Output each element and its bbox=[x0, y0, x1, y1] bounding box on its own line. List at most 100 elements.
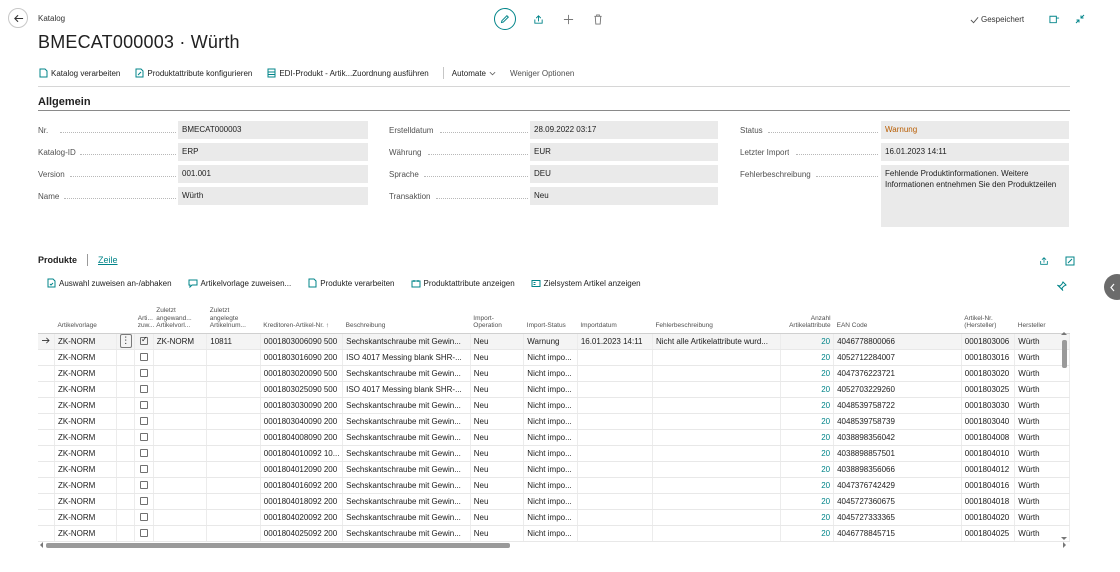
cell-error[interactable] bbox=[652, 445, 781, 462]
assign-checkbox[interactable] bbox=[140, 513, 148, 522]
cell-status[interactable]: Nicht impo... bbox=[523, 397, 578, 414]
cell-last-template[interactable] bbox=[153, 445, 208, 462]
cell-mfr-no[interactable]: 0001804016 bbox=[961, 477, 1016, 494]
cell-count[interactable]: 20 bbox=[780, 477, 835, 494]
automate-menu[interactable]: Automate bbox=[452, 69, 504, 78]
cell-date[interactable] bbox=[577, 381, 653, 398]
field-value-sprache[interactable]: DEU bbox=[530, 165, 718, 183]
cell-ean[interactable]: 4048539758722 bbox=[833, 397, 962, 414]
field-value-name[interactable]: Würth bbox=[178, 187, 368, 205]
cell-last-template[interactable] bbox=[153, 525, 208, 542]
assign-checkbox[interactable] bbox=[140, 369, 148, 378]
cell-op[interactable]: Neu bbox=[470, 429, 525, 446]
cell-desc[interactable]: Sechskantschraube mit Gewin... bbox=[342, 509, 471, 526]
process-catalog-action[interactable]: Katalog verarbeiten bbox=[38, 68, 128, 78]
cell-error[interactable] bbox=[652, 525, 781, 542]
cell-vendor-no[interactable]: 0001804025092 200 bbox=[260, 525, 344, 542]
horizontal-scrollbar[interactable] bbox=[38, 541, 1068, 549]
edit-button[interactable] bbox=[494, 8, 516, 30]
cell-vendor-no[interactable]: 0001804020092 200 bbox=[260, 509, 344, 526]
assign-checkbox[interactable] bbox=[140, 353, 148, 362]
cell-vendor-no[interactable]: 0001804018092 200 bbox=[260, 493, 344, 510]
cell-ean[interactable]: 4038898356042 bbox=[833, 429, 962, 446]
open-new-window-button[interactable] bbox=[1046, 11, 1062, 27]
assign-checkbox[interactable] bbox=[140, 529, 148, 538]
cell-template[interactable]: ZK-NORM bbox=[54, 397, 117, 414]
back-button[interactable] bbox=[8, 8, 28, 28]
cell-status[interactable]: Nicht impo... bbox=[523, 445, 578, 462]
assign-checkbox-cell[interactable] bbox=[134, 477, 154, 494]
field-value-version[interactable]: 001.001 bbox=[178, 165, 368, 183]
table-row[interactable]: ZK-NORM⋮ZK-NORM108110001803006090 500Sec… bbox=[38, 333, 1070, 350]
cell-date[interactable] bbox=[577, 429, 653, 446]
column-header[interactable]: Importdatum bbox=[577, 306, 653, 334]
cell-desc[interactable]: Sechskantschraube mit Gewin... bbox=[342, 397, 471, 414]
cell-desc[interactable]: Sechskantschraube mit Gewin... bbox=[342, 413, 471, 430]
configure-attributes-action[interactable]: Produktattribute konfigurieren bbox=[134, 68, 260, 78]
scroll-thumb[interactable] bbox=[46, 543, 510, 548]
cell-template[interactable]: ZK-NORM bbox=[54, 333, 117, 350]
cell-op[interactable]: Neu bbox=[470, 381, 525, 398]
cell-status[interactable]: Nicht impo... bbox=[523, 493, 578, 510]
field-value-fehlerbeschreibung[interactable]: Fehlende Produktinformationen. Weitere I… bbox=[881, 165, 1069, 227]
cell-op[interactable]: Neu bbox=[470, 445, 525, 462]
assign-checkbox-cell[interactable] bbox=[134, 445, 154, 462]
cell-op[interactable]: Neu bbox=[470, 525, 525, 542]
column-header[interactable]: Zuletzt angewand... Artikelvorl... bbox=[153, 306, 207, 334]
table-row[interactable]: ZK-NORM 0001803016090 200 ISO 4017 Messing… bbox=[38, 349, 1070, 366]
column-header[interactable]: Beschreibung bbox=[342, 306, 471, 334]
cell-vendor-no[interactable]: 0001803006090 500 bbox=[260, 333, 344, 350]
cell-mfr-no[interactable]: 0001804020 bbox=[961, 509, 1016, 526]
cell-status[interactable]: Nicht impo... bbox=[523, 349, 578, 366]
cell-last-template[interactable] bbox=[153, 365, 208, 382]
cell-template[interactable]: ZK-NORM bbox=[54, 493, 117, 510]
cell-op[interactable]: Neu bbox=[470, 413, 525, 430]
cell-template[interactable]: ZK-NORM bbox=[54, 445, 117, 462]
table-row[interactable]: ZK-NORM 0001803025090 500 ISO 4017 Messing… bbox=[38, 381, 1070, 398]
cell-ean[interactable]: 4038898356066 bbox=[833, 461, 962, 478]
cell-last-template[interactable] bbox=[153, 413, 208, 430]
cell-last-template[interactable] bbox=[153, 381, 208, 398]
cell-desc[interactable]: ISO 4017 Messing blank SHR-... bbox=[342, 381, 471, 398]
cell-mfr-no[interactable]: 0001803020 bbox=[961, 365, 1016, 382]
cell-vendor-no[interactable]: 0001803040090 200 bbox=[260, 413, 344, 430]
column-header[interactable]: EAN Code bbox=[833, 306, 962, 334]
cell-ean[interactable]: 4052712284007 bbox=[833, 349, 962, 366]
column-header[interactable]: Artikelvorlage bbox=[54, 306, 117, 334]
cell-last-item[interactable] bbox=[206, 397, 261, 414]
cell-date[interactable] bbox=[577, 493, 653, 510]
cell-vendor-no[interactable]: 0001804016092 200 bbox=[260, 477, 344, 494]
cell-date[interactable] bbox=[577, 525, 653, 542]
assign-checkbox[interactable] bbox=[140, 417, 148, 426]
cell-template[interactable]: ZK-NORM bbox=[54, 413, 117, 430]
cell-status[interactable]: Nicht impo... bbox=[523, 429, 578, 446]
cell-status[interactable]: Nicht impo... bbox=[523, 461, 578, 478]
assign-checkbox[interactable] bbox=[140, 385, 148, 394]
cell-error[interactable] bbox=[652, 493, 781, 510]
cell-last-item[interactable] bbox=[206, 381, 261, 398]
field-value-erstelldatum[interactable]: 28.09.2022 03:17 bbox=[530, 121, 718, 139]
cell-count[interactable]: 20 bbox=[780, 397, 835, 414]
cell-count[interactable]: 20 bbox=[780, 381, 835, 398]
table-row[interactable]: ZK-NORM 0001804012090 200 Sechskantschraub… bbox=[38, 461, 1070, 478]
cell-ean[interactable]: 4047376742429 bbox=[833, 477, 962, 494]
cell-op[interactable]: Neu bbox=[470, 365, 525, 382]
cell-status[interactable]: Nicht impo... bbox=[523, 381, 578, 398]
assign-checkbox-cell[interactable] bbox=[134, 333, 154, 350]
cell-last-item[interactable] bbox=[206, 365, 261, 382]
cell-last-template[interactable] bbox=[153, 429, 208, 446]
cell-status[interactable]: Nicht impo... bbox=[523, 525, 578, 542]
assign-checkbox[interactable] bbox=[140, 465, 148, 474]
cell-last-template[interactable] bbox=[153, 397, 208, 414]
assign-checkbox-cell[interactable] bbox=[134, 493, 154, 510]
cell-last-item[interactable]: 10811 bbox=[206, 333, 261, 350]
cell-date[interactable]: 16.01.2023 14:11 bbox=[577, 333, 653, 350]
cell-status[interactable]: Nicht impo... bbox=[523, 413, 578, 430]
cell-ean[interactable]: 4052703229260 bbox=[833, 381, 962, 398]
products-expand-button[interactable] bbox=[1062, 253, 1078, 269]
cell-status[interactable]: Warnung bbox=[523, 333, 578, 350]
row-actions-cell[interactable]: ⋮ bbox=[116, 333, 136, 350]
cell-count[interactable]: 20 bbox=[780, 413, 835, 430]
cell-error[interactable] bbox=[652, 365, 781, 382]
cell-error[interactable]: Nicht alle Artikelattribute wurd... bbox=[652, 333, 781, 350]
